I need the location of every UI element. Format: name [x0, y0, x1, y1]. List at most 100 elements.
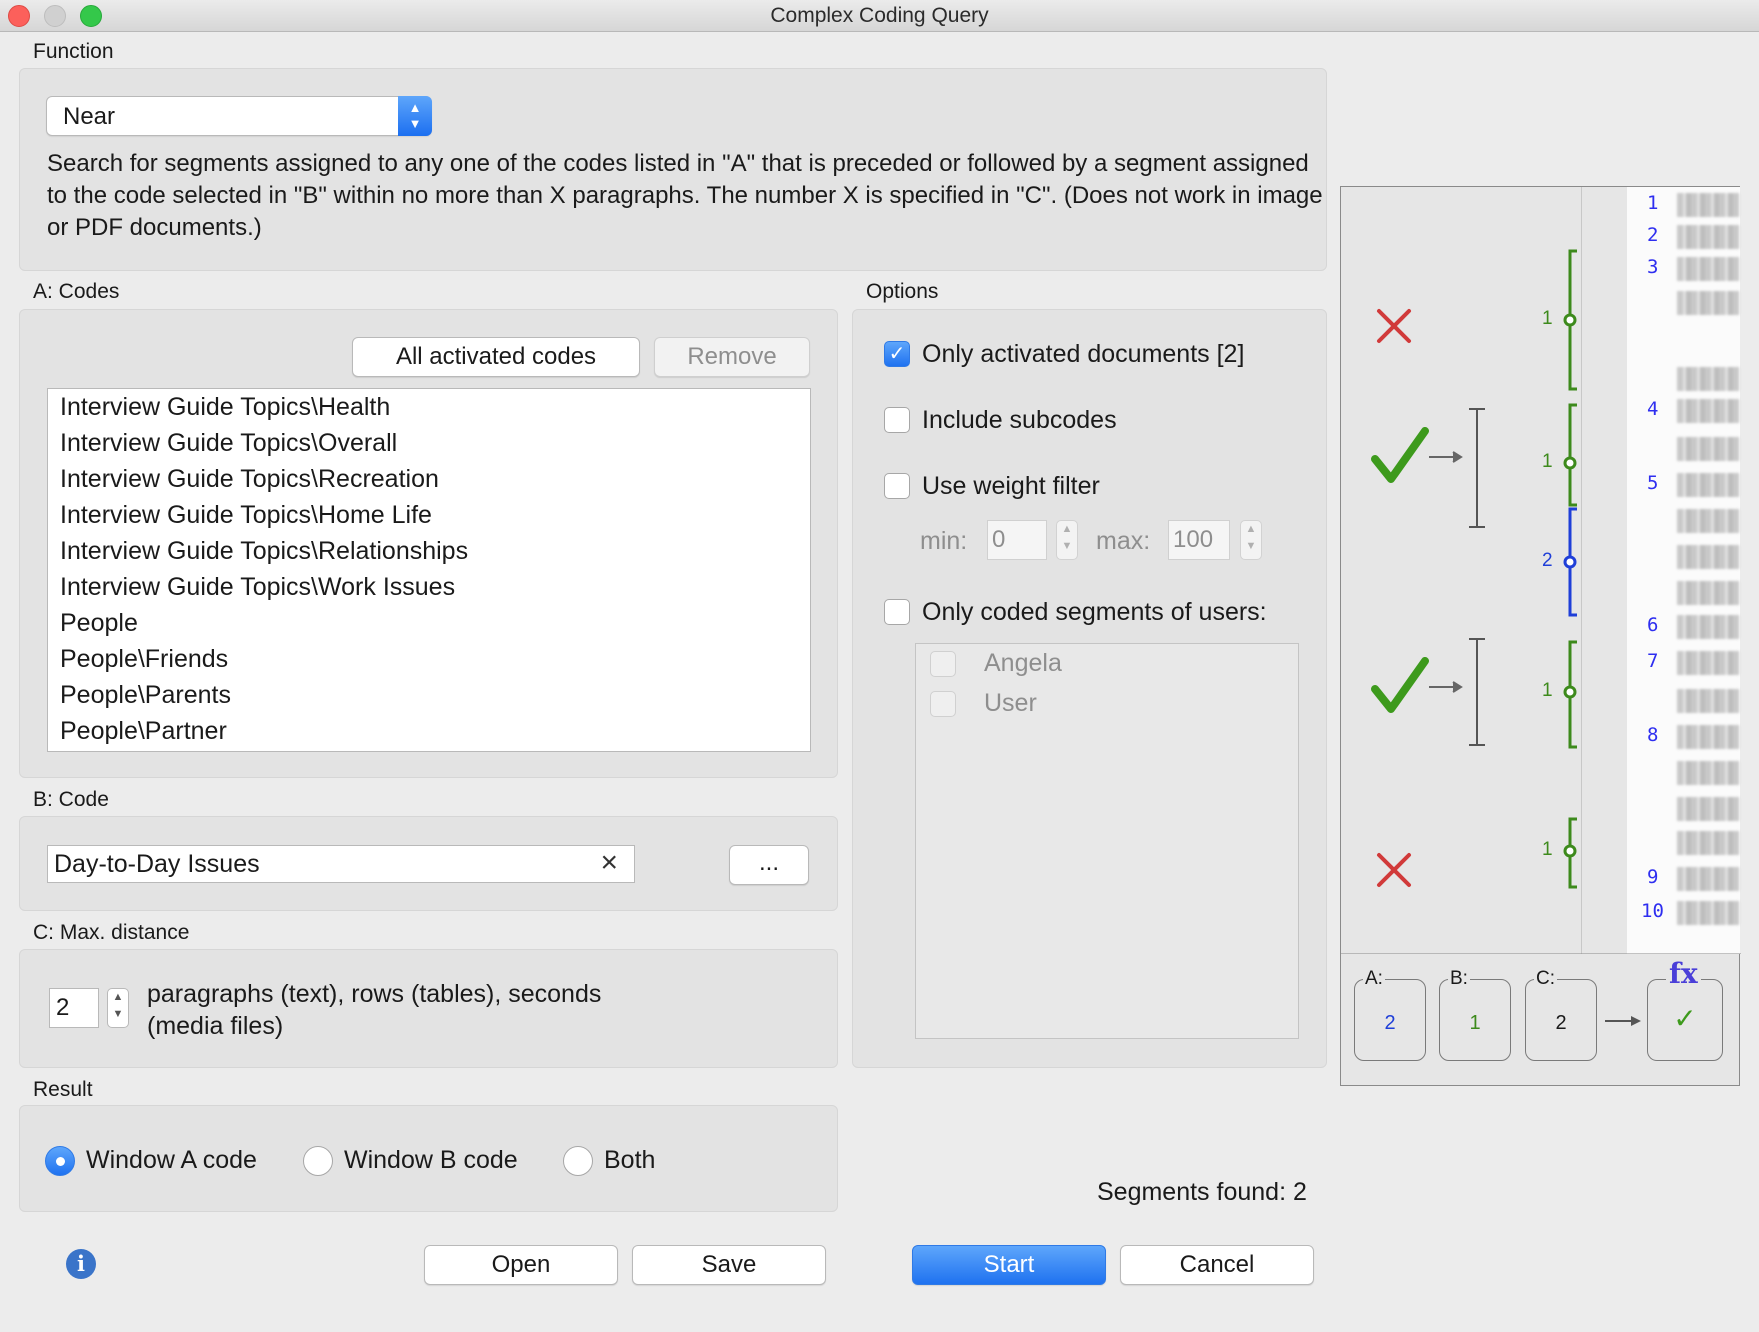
user-label-user: User	[984, 689, 1037, 717]
unit-text-line1: paragraphs (text), rows (tables), second…	[147, 980, 602, 1008]
select-arrows-icon: ▲ ▼	[398, 96, 432, 136]
result-label: Result	[33, 1078, 93, 1101]
max-label: max:	[1096, 527, 1151, 555]
result-both-label: Both	[604, 1146, 656, 1174]
param-box-a: A: 2	[1354, 968, 1426, 1061]
result-box: ✓	[1647, 979, 1723, 1061]
param-box-c: C: 2	[1525, 968, 1597, 1061]
use-weight-filter-label: Use weight filter	[922, 472, 1100, 500]
result-window-a-radio[interactable]	[45, 1146, 75, 1176]
param-box-value: 2	[1555, 1012, 1567, 1034]
list-item[interactable]: People\Friends	[60, 641, 228, 677]
min-label: min:	[920, 527, 968, 555]
codes-list[interactable]: Interview Guide Topics\Health Interview …	[47, 388, 811, 752]
param-box-value: 2	[1384, 1012, 1396, 1034]
only-activated-docs-checkbox[interactable]: ✓	[884, 341, 910, 367]
list-item[interactable]: Interview Guide Topics\Relationships	[60, 533, 468, 569]
codes-label: A: Codes	[33, 280, 120, 303]
save-button[interactable]: Save	[632, 1245, 826, 1285]
max-distance-value: 2	[56, 994, 70, 1021]
list-item[interactable]: People\Parents	[60, 677, 231, 713]
code-b-label: B: Code	[33, 788, 109, 811]
code-b-field[interactable]: Day-to-Day Issues ×	[47, 845, 635, 883]
remove-button[interactable]: Remove	[654, 337, 810, 377]
use-weight-filter-checkbox[interactable]	[884, 473, 910, 499]
cross-icon	[1377, 853, 1411, 887]
max-distance-label: C: Max. distance	[33, 921, 190, 944]
list-item[interactable]: Interview Guide Topics\Work Issues	[60, 569, 455, 605]
max-distance-stepper[interactable]: ▲ ▼	[107, 988, 129, 1028]
result-both-radio[interactable]	[563, 1146, 593, 1176]
query-diagram: 1 2 3 4 5 6 7 8 9 10 1 1 2 1 1 A: 2 B: 1…	[1340, 186, 1741, 1086]
list-item[interactable]: Interview Guide Topics\Recreation	[60, 461, 439, 497]
param-box-label: A:	[1363, 968, 1385, 990]
bracket-label: 1	[1542, 680, 1553, 701]
users-list[interactable]: Angela User	[915, 643, 1299, 1039]
bracket-label: 1	[1542, 839, 1553, 860]
param-box-label: B:	[1448, 968, 1470, 990]
min-weight-stepper[interactable]: ▲ ▼	[1056, 520, 1078, 560]
info-icon[interactable]: i	[66, 1249, 96, 1279]
code-b-bracket	[1563, 507, 1577, 617]
all-activated-codes-button[interactable]: All activated codes	[352, 337, 640, 377]
user-label-angela: Angela	[984, 649, 1062, 677]
bracket-label: 1	[1542, 451, 1553, 472]
function-select[interactable]: Near ▲ ▼	[46, 96, 432, 136]
max-weight-stepper[interactable]: ▲ ▼	[1240, 520, 1262, 560]
list-item[interactable]: People	[60, 605, 138, 641]
window-title: Complex Coding Query	[770, 4, 989, 27]
code-a-bracket	[1563, 249, 1577, 391]
result-window-b-label: Window B code	[344, 1146, 518, 1174]
only-coded-segments-users-label: Only coded segments of users:	[922, 598, 1267, 626]
param-box-b: B: 1	[1439, 968, 1511, 1061]
bracket-label: 1	[1542, 308, 1553, 329]
max-distance-input[interactable]: 2	[49, 988, 99, 1028]
function-select-value: Near	[63, 103, 116, 130]
list-item[interactable]: Interview Guide Topics\Overall	[60, 425, 397, 461]
check-icon	[1371, 657, 1429, 713]
min-weight-value: 0	[992, 526, 1006, 553]
code-a-bracket	[1563, 403, 1577, 507]
fx-icon: fx	[1666, 957, 1701, 990]
clear-icon[interactable]: ×	[600, 846, 618, 880]
unit-text-line2: (media files)	[147, 1012, 284, 1040]
list-item[interactable]: Interview Guide Topics\Home Life	[60, 497, 432, 533]
cross-icon	[1377, 309, 1411, 343]
open-button[interactable]: Open	[424, 1245, 618, 1285]
param-box-label: C:	[1534, 968, 1557, 990]
max-distance-unit: paragraphs (text), rows (tables), second…	[147, 978, 601, 1042]
distance-bracket	[1469, 408, 1485, 528]
browse-code-button[interactable]: ...	[729, 845, 809, 885]
result-window-a-label: Window A code	[86, 1146, 257, 1174]
function-label: Function	[33, 40, 114, 63]
only-coded-segments-users-checkbox[interactable]	[884, 599, 910, 625]
code-a-bracket	[1563, 817, 1577, 889]
list-item[interactable]: Interview Guide Topics\Health	[60, 389, 390, 425]
check-icon	[1371, 427, 1429, 483]
param-box-value: 1	[1469, 1012, 1481, 1034]
function-description: Search for segments assigned to any one …	[47, 150, 1323, 241]
include-subcodes-label: Include subcodes	[922, 406, 1117, 434]
distance-bracket	[1469, 638, 1485, 746]
arrow-icon	[1429, 451, 1463, 463]
code-a-bracket	[1563, 640, 1577, 749]
options-label: Options	[866, 280, 939, 303]
min-weight-input[interactable]: 0	[987, 520, 1047, 560]
list-item[interactable]: People\Partner	[60, 713, 227, 749]
result-window-b-radio[interactable]	[303, 1146, 333, 1176]
max-weight-value: 100	[1173, 526, 1214, 553]
include-subcodes-checkbox[interactable]	[884, 407, 910, 433]
start-button[interactable]: Start	[912, 1245, 1106, 1285]
coding-stripes	[1341, 249, 1741, 954]
cancel-button[interactable]: Cancel	[1120, 1245, 1314, 1285]
bracket-label: 2	[1542, 550, 1553, 571]
max-weight-input[interactable]: 100	[1168, 520, 1230, 560]
arrow-icon	[1605, 1016, 1641, 1026]
user-checkbox-angela[interactable]	[930, 651, 956, 677]
title-bar: Complex Coding Query	[0, 0, 1759, 32]
arrow-icon	[1429, 681, 1463, 693]
user-checkbox-user[interactable]	[930, 691, 956, 717]
only-activated-docs-label: Only activated documents [2]	[922, 340, 1245, 368]
segments-found-text: Segments found: 2	[1097, 1178, 1307, 1206]
result-check-icon: ✓	[1673, 1003, 1697, 1034]
